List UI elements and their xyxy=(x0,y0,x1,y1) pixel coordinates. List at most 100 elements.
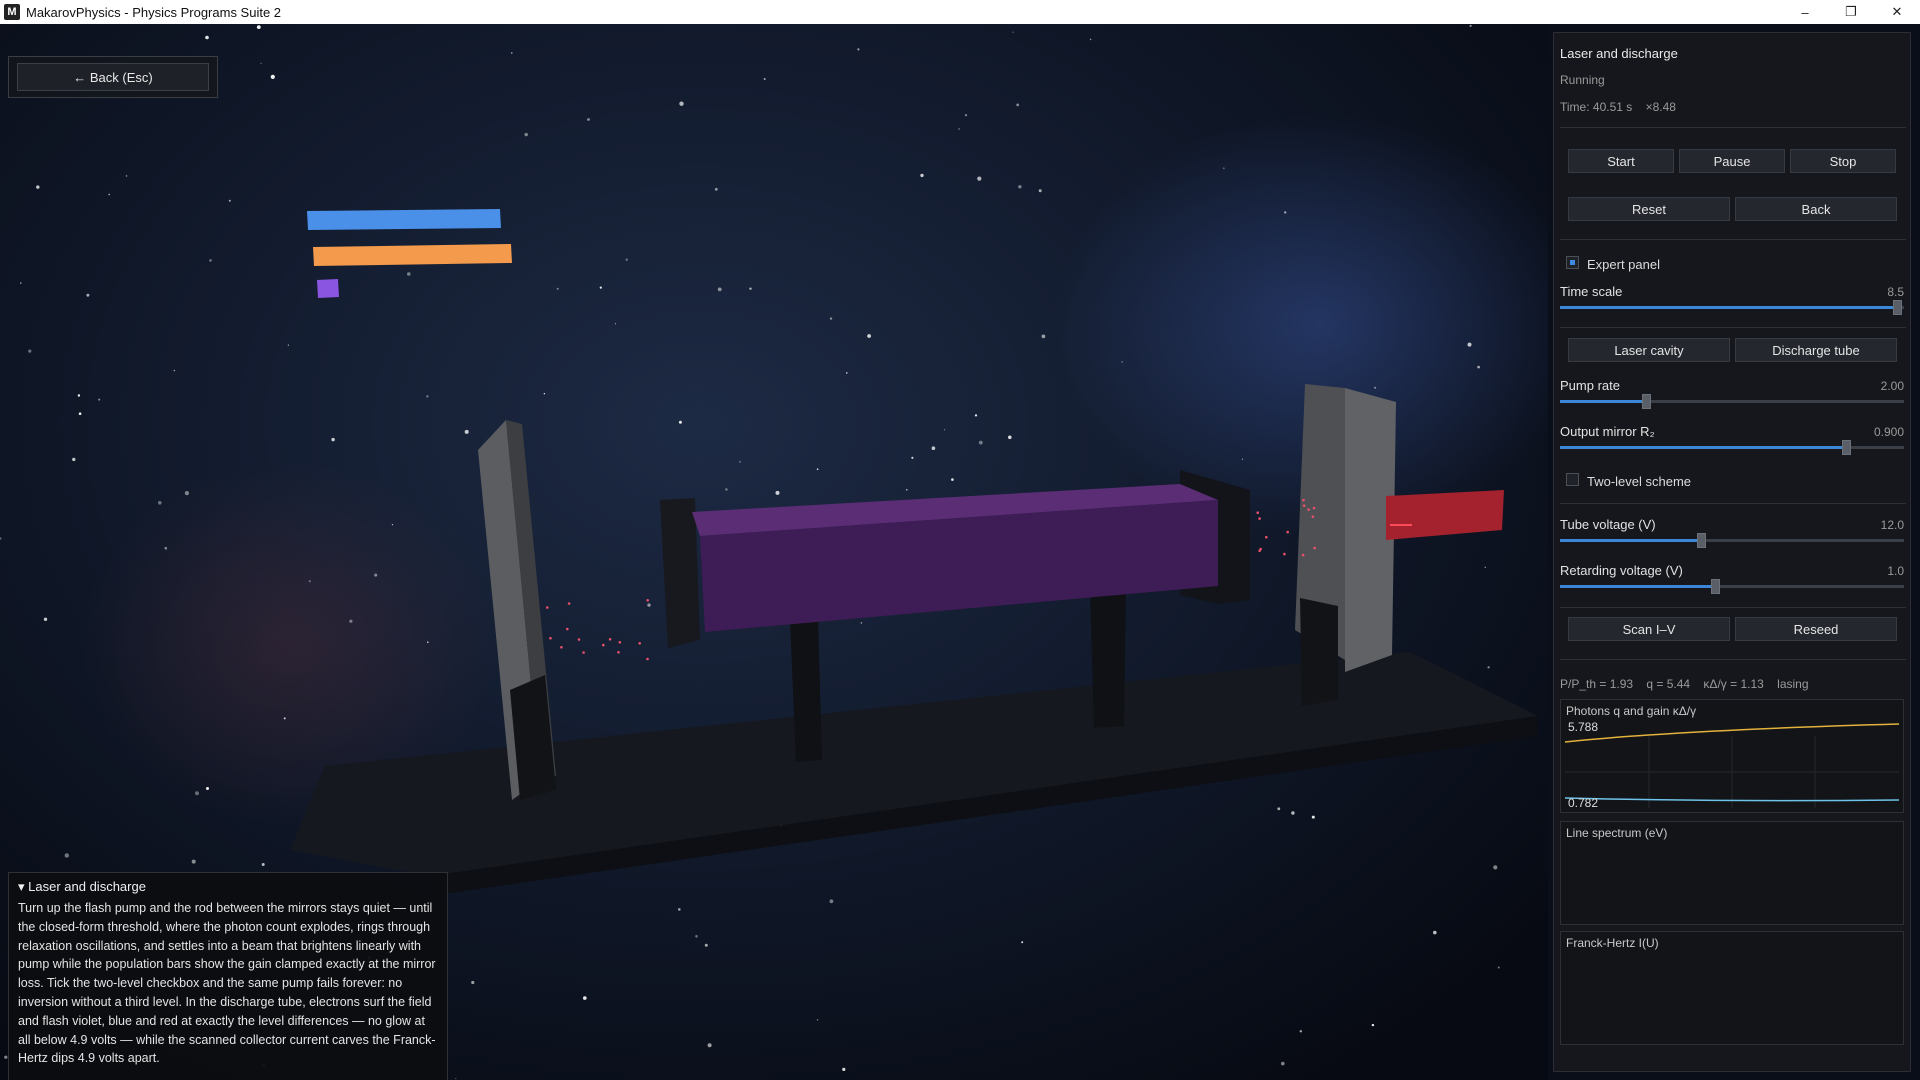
star xyxy=(228,199,231,202)
electron-spark xyxy=(602,643,605,647)
star xyxy=(158,501,162,505)
back-esc-button[interactable]: ← Back (Esc) xyxy=(17,63,209,91)
franck-hertz-plot: Franck-Hertz I(U) xyxy=(1560,931,1904,1045)
tab-laser-cavity[interactable]: Laser cavity xyxy=(1568,338,1730,362)
star xyxy=(4,1055,8,1059)
electron-spark xyxy=(638,642,641,645)
star xyxy=(739,461,741,463)
star xyxy=(426,395,429,398)
electron-spark xyxy=(1301,553,1305,557)
slider-thumb[interactable] xyxy=(1893,300,1902,315)
star xyxy=(1121,361,1123,363)
star xyxy=(260,62,262,65)
star xyxy=(867,334,871,338)
pump-rate-slider[interactable] xyxy=(1560,394,1904,409)
plot-title: Line spectrum (eV) xyxy=(1566,826,1668,840)
star xyxy=(749,287,752,290)
output-mirror-value: 0.900 xyxy=(1873,425,1904,439)
electron-spark xyxy=(567,602,571,605)
electron-spark xyxy=(1286,530,1289,534)
slider-fill xyxy=(1560,400,1646,403)
star xyxy=(1291,811,1295,815)
slider-fill xyxy=(1560,446,1846,449)
star xyxy=(407,272,411,276)
star xyxy=(0,537,2,540)
electron-spark xyxy=(1258,517,1261,520)
star xyxy=(1487,666,1490,669)
star xyxy=(256,25,261,29)
reseed-button[interactable]: Reseed xyxy=(1735,617,1897,641)
star xyxy=(587,118,590,121)
description-title[interactable]: ▾ Laser and discharge xyxy=(18,879,438,895)
star xyxy=(978,440,983,445)
retarding-voltage-slider[interactable] xyxy=(1560,579,1904,594)
star xyxy=(1018,185,1022,189)
divider xyxy=(1560,659,1906,660)
stop-button[interactable]: Stop xyxy=(1790,149,1896,173)
star xyxy=(283,717,286,720)
star xyxy=(1493,865,1498,870)
star xyxy=(906,489,908,491)
divider xyxy=(1560,607,1906,608)
description-panel: ▾ Laser and discharge Turn up the flash … xyxy=(8,872,448,1080)
electron-spark xyxy=(1256,511,1259,514)
start-button[interactable]: Start xyxy=(1568,149,1674,173)
electron-spark xyxy=(577,638,581,641)
star xyxy=(1467,342,1472,347)
star xyxy=(679,101,684,106)
slider-thumb[interactable] xyxy=(1642,394,1651,409)
two-level-scheme-checkbox[interactable] xyxy=(1566,473,1579,486)
rod-end-cap-left xyxy=(660,498,700,648)
divider xyxy=(1560,239,1906,240)
star xyxy=(1038,189,1042,193)
tube-voltage-value: 12.0 xyxy=(1880,518,1904,532)
minimize-button[interactable]: – xyxy=(1782,0,1828,24)
star xyxy=(704,943,708,947)
photons-gain-plot: Photons q and gain κΔ/γ 5.788 0.782 xyxy=(1560,699,1904,813)
retarding-voltage-label: Retarding voltage (V) xyxy=(1560,563,1683,578)
electron-spark xyxy=(608,638,612,641)
star xyxy=(270,74,275,79)
description-text: Turn up the flash pump and the rod betwe… xyxy=(18,901,436,1066)
star xyxy=(36,185,40,189)
back-panel: ← Back (Esc) xyxy=(8,56,218,98)
star xyxy=(1016,103,1020,107)
star xyxy=(695,935,698,938)
star xyxy=(816,468,819,471)
reset-button[interactable]: Reset xyxy=(1568,197,1730,221)
scan-iv-button[interactable]: Scan I–V xyxy=(1568,617,1730,641)
electron-spark xyxy=(1259,547,1262,551)
star xyxy=(725,488,728,491)
slider-thumb[interactable] xyxy=(1697,533,1706,548)
star xyxy=(78,412,82,416)
pause-button[interactable]: Pause xyxy=(1679,149,1785,173)
back-button[interactable]: Back xyxy=(1735,197,1897,221)
star xyxy=(206,787,209,790)
star xyxy=(173,369,176,372)
close-button[interactable]: ✕ xyxy=(1874,0,1920,24)
pump-rate-label: Pump rate xyxy=(1560,378,1620,393)
threshold-readout: P/P_th = 1.93 q = 5.44 κΔ/γ = 1.13 lasin… xyxy=(1560,677,1809,691)
time-scale-slider[interactable] xyxy=(1560,300,1904,315)
output-mirror-slider[interactable] xyxy=(1560,440,1904,455)
star xyxy=(1277,807,1281,811)
slider-thumb[interactable] xyxy=(1711,579,1720,594)
star xyxy=(860,622,863,624)
star xyxy=(349,619,353,623)
scene-viewport[interactable]: ← Back (Esc) ▾ Laser and discharge Turn … xyxy=(0,24,1548,1080)
star xyxy=(471,980,475,985)
title-bar: M MakarovPhysics - Physics Programs Suit… xyxy=(0,0,1920,24)
star xyxy=(164,546,168,550)
electron-spark xyxy=(1283,552,1286,556)
slider-thumb[interactable] xyxy=(1842,440,1851,455)
star xyxy=(1311,815,1315,819)
star xyxy=(707,1043,712,1048)
photons-gain-graph xyxy=(1564,723,1900,808)
expert-panel-checkbox[interactable] xyxy=(1566,256,1579,269)
star xyxy=(714,187,718,191)
tab-discharge-tube[interactable]: Discharge tube xyxy=(1735,338,1897,362)
star xyxy=(599,286,602,289)
star xyxy=(308,580,311,583)
tube-voltage-slider[interactable] xyxy=(1560,533,1904,548)
maximize-button[interactable]: ❐ xyxy=(1828,0,1874,24)
